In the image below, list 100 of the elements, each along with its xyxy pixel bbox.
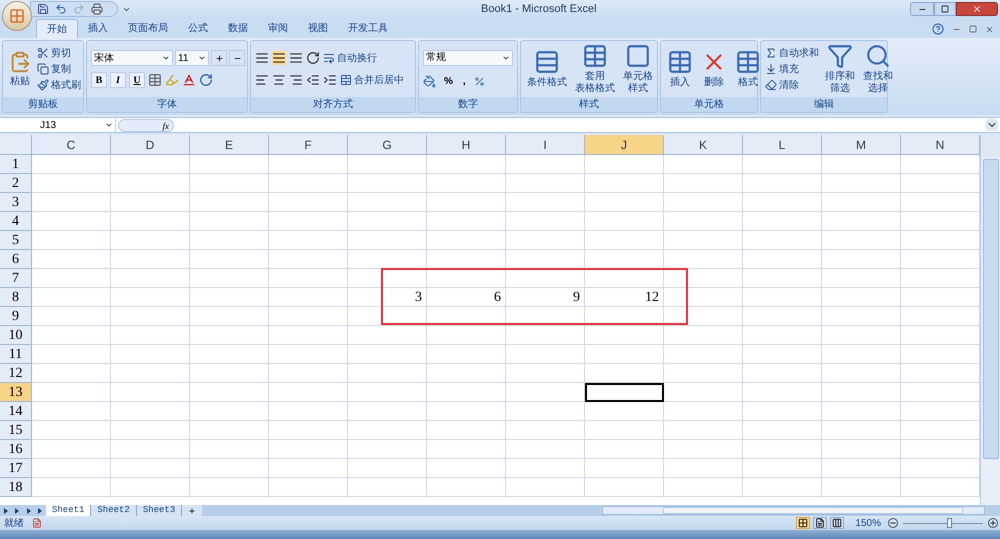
table-cell[interactable] [743, 193, 822, 212]
table-cell[interactable]: 12 [585, 288, 664, 307]
wrap-text-icon[interactable] [323, 52, 335, 64]
table-cell[interactable] [585, 193, 664, 212]
table-cell[interactable] [32, 174, 111, 193]
column-header[interactable]: F [269, 135, 348, 155]
table-cell[interactable] [269, 269, 348, 288]
close-button[interactable] [956, 2, 998, 16]
align-bottom-icon[interactable] [289, 51, 303, 65]
row-header[interactable]: 5 [0, 231, 32, 250]
table-cell[interactable] [822, 193, 901, 212]
column-header[interactable]: K [664, 135, 743, 155]
zoom-out-icon[interactable] [888, 518, 898, 528]
table-cell[interactable] [664, 421, 743, 440]
table-cell[interactable] [822, 402, 901, 421]
table-cell[interactable] [269, 421, 348, 440]
row-header[interactable]: 3 [0, 193, 32, 212]
table-cell[interactable] [585, 307, 664, 326]
dropdown-icon[interactable] [198, 54, 206, 62]
table-cell[interactable] [348, 345, 427, 364]
table-cell[interactable] [190, 421, 269, 440]
table-cell[interactable] [111, 269, 190, 288]
table-cell[interactable] [427, 307, 506, 326]
table-cell[interactable] [822, 250, 901, 269]
maximize-button[interactable] [934, 2, 956, 16]
ribbon-button[interactable]: 排序和 筛选 [823, 43, 857, 95]
table-cell[interactable] [664, 478, 743, 497]
table-cell[interactable] [585, 212, 664, 231]
table-cell[interactable] [269, 250, 348, 269]
format-button[interactable]: B [91, 72, 107, 88]
table-cell[interactable] [111, 212, 190, 231]
table-cell[interactable] [822, 421, 901, 440]
table-cell[interactable] [32, 307, 111, 326]
row-header[interactable]: 10 [0, 326, 32, 345]
table-cell[interactable] [664, 383, 743, 402]
font-name-field[interactable]: 宋体 [91, 50, 173, 66]
table-cell[interactable] [506, 212, 585, 231]
table-cell[interactable] [348, 383, 427, 402]
zoom-slider[interactable] [901, 517, 985, 529]
table-cell[interactable] [664, 345, 743, 364]
column-header[interactable]: H [427, 135, 506, 155]
row-header[interactable]: 6 [0, 250, 32, 269]
zoom-in-icon[interactable] [988, 518, 998, 528]
table-cell[interactable] [585, 174, 664, 193]
table-cell[interactable] [506, 174, 585, 193]
table-cell[interactable] [822, 269, 901, 288]
table-cell[interactable] [111, 193, 190, 212]
ribbon-tab[interactable]: 开始 [36, 19, 78, 38]
table-cell[interactable] [585, 326, 664, 345]
table-cell[interactable] [111, 250, 190, 269]
table-cell[interactable] [585, 402, 664, 421]
table-cell[interactable] [190, 193, 269, 212]
table-cell[interactable] [743, 421, 822, 440]
table-cell[interactable] [506, 440, 585, 459]
table-cell[interactable] [111, 231, 190, 250]
table-cell[interactable] [190, 212, 269, 231]
ribbon-button[interactable]: 格式 [733, 49, 763, 89]
table-cell[interactable] [427, 155, 506, 174]
table-cell[interactable] [427, 212, 506, 231]
table-cell[interactable] [348, 478, 427, 497]
row-header[interactable]: 1 [0, 155, 32, 174]
table-cell[interactable] [743, 250, 822, 269]
table-cell[interactable] [348, 269, 427, 288]
table-cell[interactable] [32, 193, 111, 212]
dropdown-icon[interactable] [105, 121, 113, 129]
table-cell[interactable] [32, 155, 111, 174]
table-cell[interactable] [111, 288, 190, 307]
table-cell[interactable] [743, 383, 822, 402]
table-cell[interactable] [269, 307, 348, 326]
table-cell[interactable] [190, 307, 269, 326]
row-header[interactable]: 4 [0, 212, 32, 231]
table-cell[interactable] [427, 326, 506, 345]
table-cell[interactable] [32, 383, 111, 402]
table-cell[interactable] [822, 288, 901, 307]
align-left-icon[interactable] [255, 73, 269, 87]
table-cell[interactable]: 3 [348, 288, 427, 307]
table-icon[interactable] [667, 49, 693, 75]
table-cell[interactable] [32, 231, 111, 250]
ribbon-button[interactable]: 清除 [765, 77, 819, 93]
column-header[interactable]: D [111, 135, 190, 155]
new-sheet-button[interactable] [182, 505, 202, 516]
table-cell[interactable] [269, 345, 348, 364]
table-cell[interactable] [427, 478, 506, 497]
table-cell[interactable] [32, 212, 111, 231]
table-cell[interactable] [190, 383, 269, 402]
search-icon[interactable] [865, 43, 891, 69]
table-cell[interactable] [585, 364, 664, 383]
table-cell[interactable] [822, 459, 901, 478]
table-cell[interactable] [190, 155, 269, 174]
redo-icon[interactable] [73, 3, 85, 15]
table-cell[interactable] [664, 288, 743, 307]
active-cell[interactable] [585, 383, 664, 402]
table-cell[interactable] [822, 478, 901, 497]
row-header[interactable]: 17 [0, 459, 32, 478]
table-icon[interactable] [735, 49, 761, 75]
table-cell[interactable] [585, 269, 664, 288]
rows-icon[interactable] [534, 49, 560, 75]
table-cell[interactable] [506, 155, 585, 174]
zoom-thumb[interactable] [947, 518, 952, 528]
orientation-icon[interactable] [306, 51, 320, 65]
